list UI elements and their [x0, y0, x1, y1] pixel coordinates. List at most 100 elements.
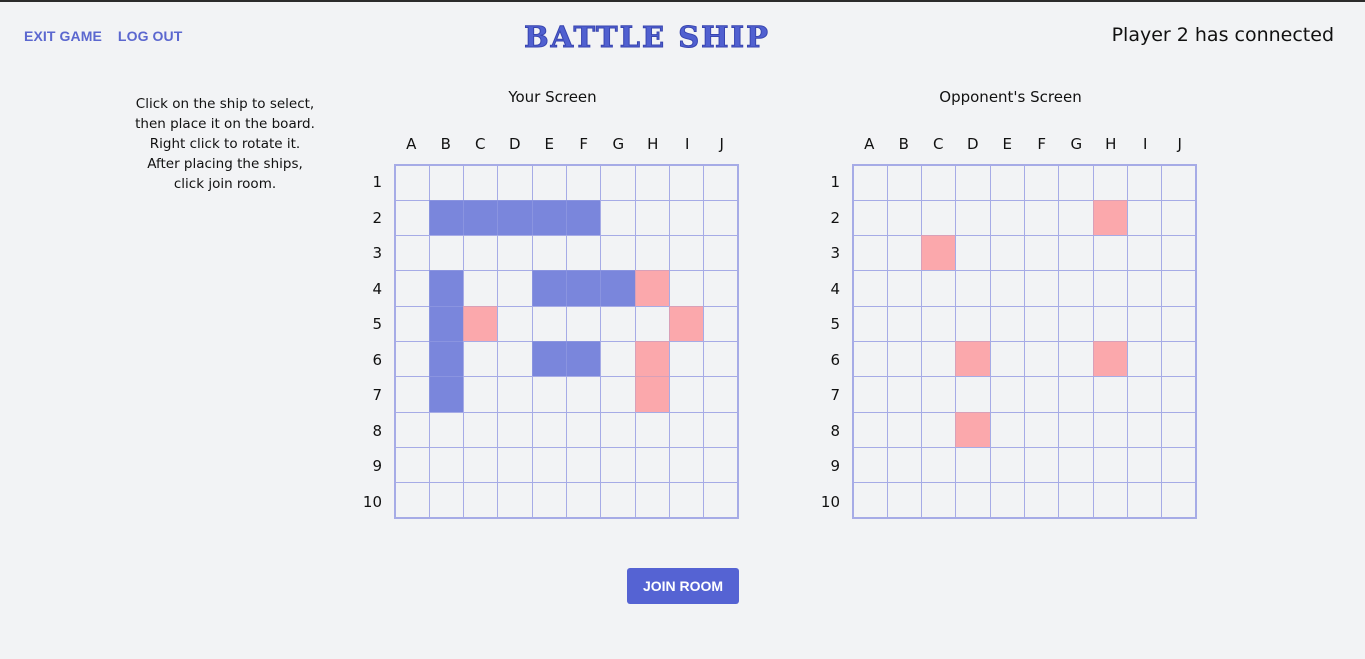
board-cell[interactable] [955, 376, 991, 413]
board-cell[interactable] [497, 164, 533, 201]
board-cell[interactable] [1023, 199, 1060, 237]
board-cell[interactable] [428, 235, 465, 272]
board-cell[interactable] [428, 411, 465, 448]
board-cell[interactable] [989, 482, 1025, 519]
board-cell[interactable] [497, 305, 533, 342]
board-cell[interactable] [921, 199, 957, 237]
hit-cell[interactable] [955, 340, 991, 378]
board-cell[interactable] [1058, 305, 1094, 342]
board-cell[interactable] [497, 446, 533, 484]
hit-cell[interactable] [634, 376, 670, 413]
ship-cell[interactable] [497, 199, 533, 237]
board-cell[interactable] [852, 411, 888, 448]
board-cell[interactable] [1092, 305, 1128, 342]
board-cell[interactable] [852, 270, 888, 307]
board-cell[interactable] [703, 411, 739, 448]
board-cell[interactable] [463, 340, 499, 378]
board-cell[interactable] [668, 270, 705, 307]
board-cell[interactable] [1023, 482, 1060, 519]
board-cell[interactable] [921, 305, 957, 342]
board-cell[interactable] [921, 340, 957, 378]
exit-game-link[interactable]: EXIT GAME [24, 28, 102, 44]
board-cell[interactable] [1092, 164, 1128, 201]
board-cell[interactable] [703, 235, 739, 272]
board-cell[interactable] [1023, 270, 1060, 307]
hit-cell[interactable] [634, 340, 670, 378]
ship-cell[interactable] [531, 270, 567, 307]
board-cell[interactable] [1058, 199, 1094, 237]
board-cell[interactable] [394, 340, 430, 378]
board-cell[interactable] [1126, 199, 1163, 237]
board-cell[interactable] [565, 305, 602, 342]
board-cell[interactable] [463, 482, 499, 519]
board-cell[interactable] [989, 376, 1025, 413]
ship-cell[interactable] [428, 376, 465, 413]
board-cell[interactable] [1161, 340, 1197, 378]
ship-cell[interactable] [565, 270, 602, 307]
board-cell[interactable] [989, 199, 1025, 237]
board-cell[interactable] [989, 235, 1025, 272]
board-cell[interactable] [394, 411, 430, 448]
board-cell[interactable] [634, 164, 670, 201]
board-cell[interactable] [565, 376, 602, 413]
board-cell[interactable] [989, 164, 1025, 201]
board-cell[interactable] [955, 446, 991, 484]
board-cell[interactable] [497, 235, 533, 272]
board-cell[interactable] [600, 482, 636, 519]
board-cell[interactable] [989, 270, 1025, 307]
board-cell[interactable] [634, 305, 670, 342]
board-cell[interactable] [1126, 305, 1163, 342]
hit-cell[interactable] [634, 270, 670, 307]
board-cell[interactable] [1092, 411, 1128, 448]
board-cell[interactable] [1126, 376, 1163, 413]
board-cell[interactable] [1058, 446, 1094, 484]
board-cell[interactable] [600, 376, 636, 413]
board-cell[interactable] [921, 270, 957, 307]
board-cell[interactable] [1161, 446, 1197, 484]
board-cell[interactable] [634, 411, 670, 448]
hit-cell[interactable] [921, 235, 957, 272]
board-cell[interactable] [394, 482, 430, 519]
board-cell[interactable] [668, 376, 705, 413]
ship-cell[interactable] [531, 340, 567, 378]
board-cell[interactable] [1126, 164, 1163, 201]
board-cell[interactable] [463, 164, 499, 201]
board-cell[interactable] [955, 270, 991, 307]
board-cell[interactable] [1023, 235, 1060, 272]
board-cell[interactable] [852, 164, 888, 201]
board-cell[interactable] [428, 164, 465, 201]
ship-cell[interactable] [600, 270, 636, 307]
board-cell[interactable] [703, 270, 739, 307]
board-cell[interactable] [886, 376, 923, 413]
board-cell[interactable] [852, 340, 888, 378]
board-cell[interactable] [394, 305, 430, 342]
board-cell[interactable] [703, 164, 739, 201]
ship-cell[interactable] [531, 199, 567, 237]
board-cell[interactable] [1126, 270, 1163, 307]
board-cell[interactable] [1023, 446, 1060, 484]
board-cell[interactable] [886, 340, 923, 378]
board-cell[interactable] [886, 446, 923, 484]
join-room-button[interactable]: JOIN ROOM [627, 568, 739, 604]
board-cell[interactable] [634, 446, 670, 484]
board-cell[interactable] [886, 199, 923, 237]
board-cell[interactable] [886, 270, 923, 307]
board-cell[interactable] [565, 235, 602, 272]
board-cell[interactable] [955, 164, 991, 201]
board-cell[interactable] [394, 235, 430, 272]
opponent-board[interactable] [852, 164, 1197, 519]
board-cell[interactable] [1126, 411, 1163, 448]
board-cell[interactable] [531, 305, 567, 342]
board-cell[interactable] [1023, 340, 1060, 378]
board-cell[interactable] [1126, 235, 1163, 272]
ship-cell[interactable] [463, 199, 499, 237]
hit-cell[interactable] [1092, 199, 1128, 237]
board-cell[interactable] [428, 446, 465, 484]
board-cell[interactable] [531, 446, 567, 484]
board-cell[interactable] [703, 199, 739, 237]
board-cell[interactable] [1092, 235, 1128, 272]
board-cell[interactable] [531, 482, 567, 519]
board-cell[interactable] [703, 446, 739, 484]
board-cell[interactable] [1126, 340, 1163, 378]
board-cell[interactable] [955, 199, 991, 237]
